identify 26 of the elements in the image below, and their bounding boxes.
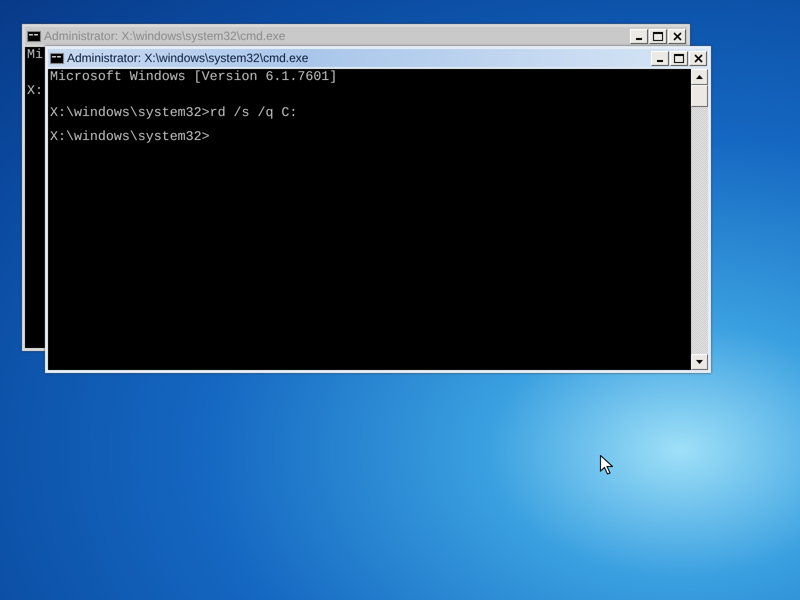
- scroll-down-button[interactable]: [691, 354, 708, 370]
- minimize-button[interactable]: [651, 50, 669, 66]
- console-line: X:\windows\system32>rd /s /q C:: [50, 107, 298, 119]
- console-line: X:\windows\system32>: [50, 131, 210, 143]
- scroll-up-button[interactable]: [691, 69, 708, 85]
- minimize-button[interactable]: [630, 28, 648, 44]
- minimize-icon: [657, 60, 663, 62]
- close-icon: [672, 32, 682, 40]
- maximize-icon: [674, 54, 684, 62]
- close-icon: [694, 54, 702, 62]
- console-line: Mi: [27, 49, 43, 61]
- close-button[interactable]: [689, 50, 707, 66]
- console-line: Microsoft Windows [Version 6.1.7601]: [50, 71, 338, 83]
- mouse-pointer-icon: [600, 455, 613, 475]
- console-icon: [50, 52, 64, 64]
- maximize-button[interactable]: [649, 28, 667, 44]
- console-line: X:: [27, 85, 43, 97]
- window-title: Administrator: X:\windows\system32\cmd.exe: [44, 30, 286, 42]
- maximize-button[interactable]: [670, 50, 688, 66]
- scroll-thumb[interactable]: [691, 85, 708, 107]
- minimize-icon: [636, 38, 642, 40]
- close-button[interactable]: [668, 28, 686, 44]
- maximize-icon: [653, 32, 663, 40]
- window-title: Administrator: X:\windows\system32\cmd.exe: [67, 52, 308, 64]
- up-arrow-icon: [696, 75, 703, 79]
- down-arrow-icon: [696, 360, 703, 364]
